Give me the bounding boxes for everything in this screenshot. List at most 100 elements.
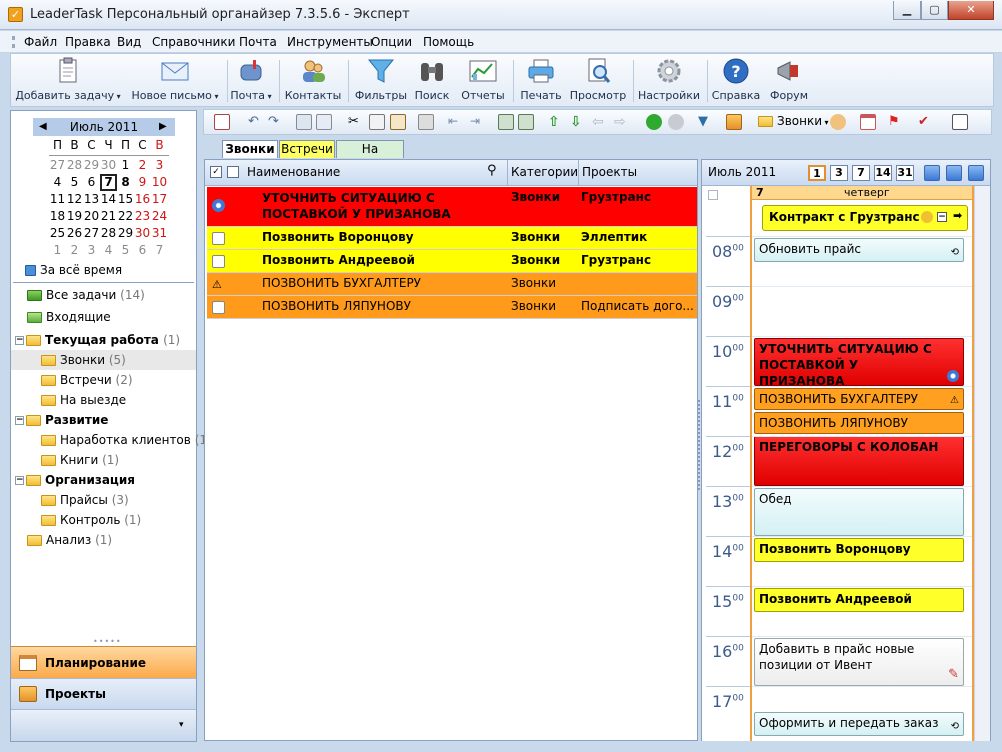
calendar-day[interactable]: 3 bbox=[151, 157, 168, 174]
filter-icon[interactable]: ▼ bbox=[698, 114, 714, 130]
flag-icon[interactable]: ⚑ bbox=[888, 114, 904, 130]
paste-icon[interactable] bbox=[390, 114, 406, 130]
calendar-day[interactable]: 20 bbox=[83, 208, 100, 225]
arrow-right-icon[interactable]: ⇨ bbox=[614, 114, 630, 130]
calendar-day[interactable]: 26 bbox=[66, 225, 83, 242]
sidebar-item-inbox[interactable]: Входящие bbox=[11, 307, 196, 327]
select-all-checkbox[interactable]: ✓ bbox=[210, 166, 222, 178]
close-icon[interactable]: ✕ bbox=[948, 1, 994, 20]
collapse-icon[interactable]: − bbox=[937, 212, 947, 222]
today-icon[interactable] bbox=[946, 165, 962, 181]
back-icon[interactable] bbox=[646, 114, 662, 130]
allday-event[interactable]: Контракт с Грузтранс − ➡ bbox=[762, 205, 968, 231]
sidebar-item-onsite[interactable]: На выезде bbox=[11, 390, 196, 410]
new-letter-button[interactable]: Новое письмо ▾ bbox=[127, 57, 223, 105]
calendar-event[interactable]: Добавить в прайс новые позиции от Ивент ✎ bbox=[754, 638, 964, 686]
sidebar-item-clients[interactable]: Наработка клиентов (1) bbox=[11, 430, 212, 450]
indent-right-icon[interactable]: ⇥ bbox=[470, 114, 486, 130]
print-button[interactable]: Печать bbox=[517, 57, 565, 105]
category-dropdown[interactable]: Звонки ▾ bbox=[758, 114, 829, 128]
forum-button[interactable]: Форум bbox=[767, 57, 811, 105]
table-row[interactable]: ПОЗВОНИТЬ ЛЯПУНОВУ Звонки Подписать дого..… bbox=[207, 296, 697, 319]
calendar-day[interactable]: 2 bbox=[66, 242, 83, 259]
menu-edit[interactable]: Правка bbox=[65, 35, 111, 49]
calendar-day[interactable]: 14 bbox=[100, 191, 117, 208]
calendar-day[interactable]: 4 bbox=[49, 174, 66, 191]
calendar-day[interactable]: 12 bbox=[66, 191, 83, 208]
calendar-day[interactable]: 30 bbox=[134, 225, 151, 242]
arrow-down-icon[interactable]: ⇩ bbox=[570, 114, 586, 130]
preview-button[interactable]: Просмотр bbox=[569, 57, 627, 105]
calendar-day[interactable]: 25 bbox=[49, 225, 66, 242]
calendar-day[interactable]: 21 bbox=[100, 208, 117, 225]
table-row[interactable]: УТОЧНИТЬ СИТУАЦИЮ С ПОСТАВКОЙ У ПРИЗАНОВ… bbox=[207, 187, 697, 227]
calendar-day[interactable]: 7 bbox=[100, 174, 117, 191]
person-icon[interactable] bbox=[830, 114, 846, 130]
indent-left-icon[interactable]: ⇤ bbox=[448, 114, 464, 130]
cut-icon[interactable]: ✂ bbox=[348, 114, 364, 130]
project-icon[interactable] bbox=[726, 114, 742, 130]
all-time-item[interactable]: За всё время bbox=[25, 260, 210, 280]
edit-column-icon[interactable] bbox=[227, 166, 239, 178]
splitter-grip[interactable]: ••••• bbox=[93, 637, 122, 646]
calendar-day[interactable]: 4 bbox=[100, 242, 117, 259]
calendar-event[interactable]: Позвонить Воронцову bbox=[754, 538, 964, 562]
undo-icon[interactable]: ↶ bbox=[248, 114, 264, 130]
calendar-event[interactable]: Оформить и передать заказ ⟲ bbox=[754, 712, 964, 736]
reports-button[interactable]: Отчеты bbox=[457, 57, 509, 105]
sidebar-item-current-work[interactable]: − Текущая работа (1) bbox=[11, 330, 196, 350]
next-month-icon[interactable]: ▶ bbox=[159, 121, 167, 132]
task-checkbox[interactable] bbox=[212, 301, 225, 314]
arrow-left-icon[interactable]: ⇦ bbox=[592, 114, 608, 130]
collapse-icon[interactable]: − bbox=[15, 476, 24, 485]
arrow-up-icon[interactable]: ⇧ bbox=[548, 114, 564, 130]
add-subtask-icon[interactable] bbox=[498, 114, 514, 130]
view-31-days[interactable]: 31 bbox=[896, 165, 914, 181]
prev-day-icon[interactable] bbox=[924, 165, 940, 181]
calendar-event[interactable]: Обновить прайс ⟲ bbox=[754, 238, 964, 262]
calendar-day[interactable]: 29 bbox=[83, 157, 100, 174]
calendar-day[interactable]: 27 bbox=[49, 157, 66, 174]
tab-onsite[interactable]: На выезде bbox=[336, 140, 404, 172]
view-14-days[interactable]: 14 bbox=[874, 165, 892, 181]
column-projects[interactable]: Проекты bbox=[582, 165, 637, 179]
calendar-day[interactable]: 23 bbox=[134, 208, 151, 225]
calendar-day[interactable]: 30 bbox=[100, 157, 117, 174]
calendar-day[interactable]: 22 bbox=[117, 208, 134, 225]
maximize-icon[interactable]: ▢ bbox=[921, 1, 948, 20]
sidebar-item-all-tasks[interactable]: Все задачи (14) bbox=[11, 285, 196, 305]
help-button[interactable]: ? Справка bbox=[711, 57, 761, 105]
tab-calls[interactable]: Звонки bbox=[222, 140, 278, 158]
copy-doc-icon[interactable] bbox=[316, 114, 332, 130]
calendar-event[interactable]: ПОЗВОНИТЬ ЛЯПУНОВУ bbox=[754, 412, 964, 434]
calendar-day[interactable]: 15 bbox=[117, 191, 134, 208]
calendar-event[interactable]: ПОЗВОНИТЬ БУХГАЛТЕРУ ⚠ bbox=[754, 388, 964, 410]
sidebar-item-calls[interactable]: Звонки (5) bbox=[11, 350, 196, 370]
check-list-icon[interactable]: ✔ bbox=[918, 114, 934, 130]
sidebar-item-meetings[interactable]: Встречи (2) bbox=[11, 370, 196, 390]
minimize-icon[interactable]: ▁ bbox=[893, 1, 921, 20]
calendar-day[interactable]: 1 bbox=[49, 242, 66, 259]
calendar-day[interactable]: 31 bbox=[151, 225, 168, 242]
view-7-days[interactable]: 7 bbox=[852, 165, 870, 181]
mail-button[interactable]: Почта ▾ bbox=[229, 57, 273, 105]
calendar-day[interactable]: 1 bbox=[117, 157, 134, 174]
task-checkbox[interactable] bbox=[212, 232, 225, 245]
calendar-day[interactable]: 24 bbox=[151, 208, 168, 225]
calendar-day[interactable]: 2 bbox=[134, 157, 151, 174]
calendar-day[interactable]: 13 bbox=[83, 191, 100, 208]
calendar-day[interactable]: 3 bbox=[83, 242, 100, 259]
calendar-day[interactable]: 29 bbox=[117, 225, 134, 242]
menu-mail[interactable]: Почта bbox=[239, 35, 277, 49]
calendar-day[interactable]: 19 bbox=[66, 208, 83, 225]
collapse-icon[interactable]: − bbox=[15, 336, 24, 345]
sidebar-item-organization[interactable]: − Организация bbox=[11, 470, 196, 490]
gear-icon[interactable] bbox=[212, 199, 225, 212]
redo-icon[interactable]: ↷ bbox=[268, 114, 284, 130]
search-icon[interactable]: ⚲ bbox=[487, 163, 497, 178]
menu-tools[interactable]: Инструменты bbox=[287, 35, 373, 49]
menu-view[interactable]: Вид bbox=[117, 35, 141, 49]
calendar-day[interactable]: 10 bbox=[151, 174, 168, 191]
splitter-grip[interactable] bbox=[698, 400, 702, 490]
calendar-day[interactable]: 27 bbox=[83, 225, 100, 242]
